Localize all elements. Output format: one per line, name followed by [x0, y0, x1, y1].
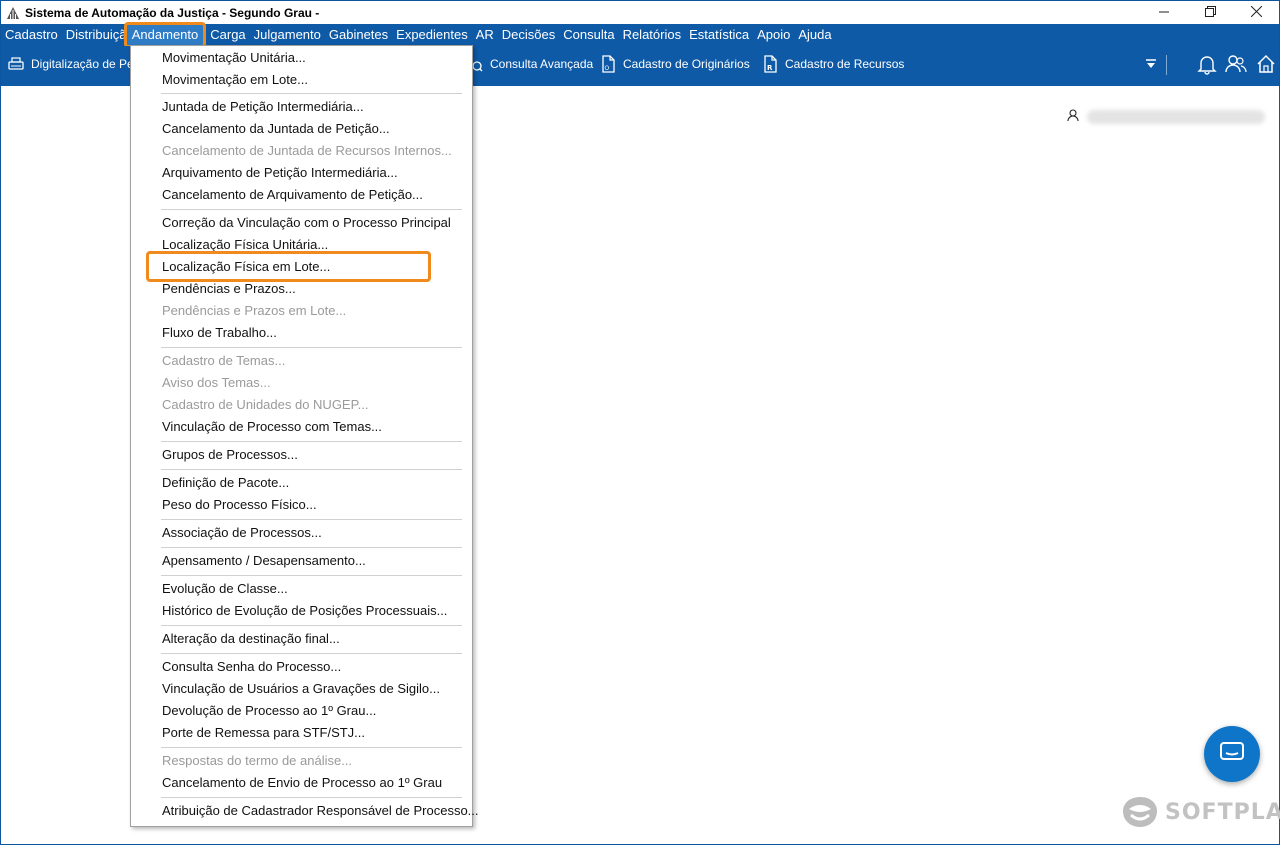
menu-separator — [161, 547, 462, 548]
menu-andamento[interactable]: Andamento — [123, 22, 207, 48]
menuitem-peso-processo[interactable]: Peso do Processo Físico... — [162, 496, 317, 514]
consulta-avancada-label: Consulta Avançada — [490, 57, 594, 71]
menuitem-correcao-vinculacao[interactable]: Correção da Vinculação com o Processo Pr… — [162, 214, 451, 232]
menuitem-cadastro-nugep: Cadastro de Unidades do NUGEP... — [162, 397, 369, 412]
menuitem-pendencias-prazos[interactable]: Pendências e Prazos... — [162, 280, 296, 298]
cadastro-originarios-label: Cadastro de Originários — [623, 57, 750, 71]
menuitem-definicao-pacote[interactable]: Definição de Pacote... — [162, 474, 289, 492]
menuitem-vinculacao-temas[interactable]: Vinculação de Processo com Temas... — [162, 418, 382, 436]
menu-separator — [161, 441, 462, 442]
menuitem-arquivamento-peticao[interactable]: Arquivamento de Petição Intermediária... — [162, 164, 398, 182]
menu-expedientes[interactable]: Expedientes — [392, 24, 472, 46]
menuitem-movimentacao-lote[interactable]: Movimentação em Lote... — [162, 71, 308, 89]
users-icon[interactable] — [1225, 46, 1247, 82]
menuitem-associacao-processos[interactable]: Associação de Processos... — [162, 524, 322, 542]
window-title: Sistema de Automação da Justiça - Segund… — [25, 5, 320, 20]
cadastro-recursos-button[interactable]: R Cadastro de Recursos — [761, 46, 904, 82]
close-button[interactable] — [1233, 1, 1279, 22]
menuitem-historico-evolucao[interactable]: Histórico de Evolução de Posições Proces… — [162, 602, 447, 620]
menu-distribuicao[interactable]: Distribuição — [62, 24, 124, 46]
menu-separator — [161, 93, 462, 94]
menu-separator — [161, 347, 462, 348]
digitalizacao-label: Digitalização de Pe — [31, 57, 134, 71]
andamento-dropdown-menu: Movimentação Unitária... Movimentação em… — [130, 45, 479, 827]
home-icon[interactable] — [1256, 46, 1276, 82]
window-controls — [1141, 1, 1279, 24]
scanner-icon — [7, 55, 25, 73]
menuitem-apensamento[interactable]: Apensamento / Desapensamento... — [162, 552, 366, 570]
consulta-avancada-button[interactable]: Consulta Avançada — [466, 46, 593, 82]
menu-ar[interactable]: AR — [472, 24, 498, 46]
menuitem-cancelamento-juntada-recursos: Cancelamento de Juntada de Recursos Inte… — [162, 143, 452, 158]
menu-relatorios[interactable]: Relatórios — [619, 24, 686, 46]
menu-consulta[interactable]: Consulta — [559, 24, 618, 46]
menu-ajuda[interactable]: Ajuda — [794, 24, 835, 46]
menuitem-vinculacao-usuarios-sigilo[interactable]: Vinculação de Usuários a Gravações de Si… — [162, 680, 440, 698]
svg-text:O: O — [605, 65, 610, 72]
menuitem-atribuicao-cadastrador[interactable]: Atribuição de Cadastrador Responsável de… — [162, 802, 479, 820]
menuitem-devolucao-1grau[interactable]: Devolução de Processo ao 1º Grau... — [162, 702, 376, 720]
app-window: Sistema de Automação da Justiça - Segund… — [0, 0, 1280, 845]
bell-icon[interactable] — [1197, 46, 1217, 82]
menu-separator — [161, 625, 462, 626]
menuitem-evolucao-classe[interactable]: Evolução de Classe... — [162, 580, 288, 598]
menu-estatistica[interactable]: Estatística — [685, 24, 753, 46]
cadastro-originarios-button[interactable]: O Cadastro de Originários — [599, 46, 750, 82]
menu-gabinetes[interactable]: Gabinetes — [325, 24, 392, 46]
document-icon: O — [599, 55, 617, 73]
softplan-logo-text: SOFTPLAN — [1165, 799, 1280, 825]
menuitem-respostas-termo: Respostas do termo de análise... — [162, 753, 353, 768]
title-bar: Sistema de Automação da Justiça - Segund… — [1, 1, 1279, 24]
document-r-icon: R — [761, 55, 779, 73]
menuitem-cancelamento-juntada[interactable]: Cancelamento da Juntada de Petição... — [162, 120, 390, 138]
menuitem-cadastro-temas: Cadastro de Temas... — [162, 353, 286, 368]
user-name-blurred — [1087, 110, 1265, 124]
menu-separator — [161, 469, 462, 470]
digitalizacao-button[interactable]: Digitalização de Pe — [7, 46, 134, 82]
cadastro-recursos-label: Cadastro de Recursos — [785, 57, 905, 71]
chat-icon — [1219, 741, 1245, 768]
menu-separator — [161, 519, 462, 520]
user-icon — [1067, 109, 1079, 125]
menuitem-pendencias-prazos-lote: Pendências e Prazos em Lote... — [162, 303, 347, 318]
menu-separator — [161, 653, 462, 654]
menu-separator — [161, 797, 462, 798]
menu-cadastro[interactable]: Cadastro — [1, 24, 62, 46]
softplan-logo: SOFTPLAN — [1121, 795, 1280, 829]
menu-apoio[interactable]: Apoio — [753, 24, 794, 46]
menuitem-juntada-peticao[interactable]: Juntada de Petição Intermediária... — [162, 98, 364, 116]
app-icon — [6, 6, 20, 20]
menuitem-cancelamento-arquivamento[interactable]: Cancelamento de Arquivamento de Petição.… — [162, 186, 423, 204]
menu-decisoes[interactable]: Decisões — [498, 24, 559, 46]
menuitem-fluxo-trabalho[interactable]: Fluxo de Trabalho... — [162, 324, 277, 342]
menuitem-grupos-processos[interactable]: Grupos de Processos... — [162, 446, 298, 464]
highlight-annotation — [146, 251, 431, 282]
menu-separator — [161, 575, 462, 576]
menu-julgamento[interactable]: Julgamento — [250, 24, 325, 46]
menu-carga[interactable]: Carga — [206, 24, 249, 46]
menu-bar: Cadastro Distribuição Andamento Carga Ju… — [1, 22, 1279, 48]
menuitem-aviso-temas: Aviso dos Temas... — [162, 375, 271, 390]
menuitem-movimentacao-unitaria[interactable]: Movimentação Unitária... — [162, 49, 306, 67]
menu-separator — [161, 747, 462, 748]
softplan-logo-mark — [1123, 797, 1157, 827]
menuitem-alteracao-destinacao[interactable]: Alteração da destinação final... — [162, 630, 340, 648]
menuitem-consulta-senha[interactable]: Consulta Senha do Processo... — [162, 658, 341, 676]
restore-button[interactable] — [1187, 1, 1233, 22]
user-area — [1067, 109, 1265, 125]
menuitem-porte-remessa[interactable]: Porte de Remessa para STF/STJ... — [162, 724, 365, 742]
chat-button[interactable] — [1204, 726, 1260, 782]
toolbar-separator — [1166, 55, 1167, 75]
menuitem-cancelamento-envio[interactable]: Cancelamento de Envio de Processo ao 1º … — [162, 774, 442, 792]
svg-text:R: R — [767, 64, 773, 72]
dropdown-arrow-icon[interactable] — [1145, 46, 1157, 82]
menu-separator — [161, 209, 462, 210]
minimize-button[interactable] — [1141, 1, 1187, 22]
